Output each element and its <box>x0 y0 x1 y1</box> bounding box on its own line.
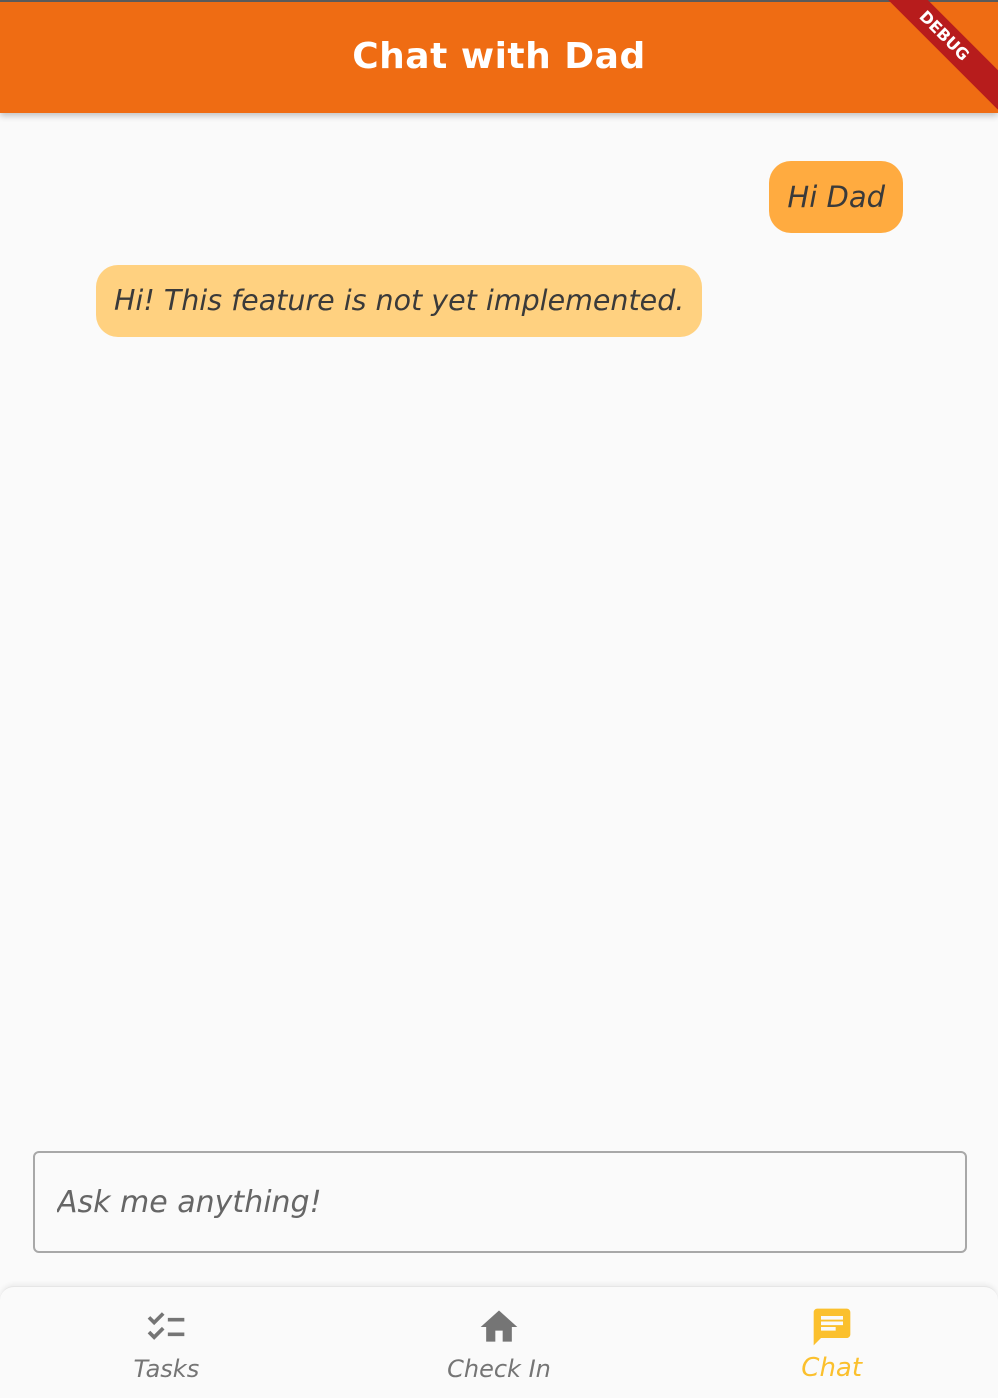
message-input-container <box>33 1151 967 1253</box>
message-input[interactable] <box>35 1153 965 1251</box>
message-bubble-user: Hi Dad <box>769 161 903 233</box>
nav-item-tasks[interactable]: Tasks <box>0 1287 333 1398</box>
nav-item-chat[interactable]: Chat <box>665 1287 998 1398</box>
home-icon <box>480 1310 518 1342</box>
nav-label-chat: Chat <box>801 1353 863 1383</box>
bottom-navigation-bar: Tasks Check In Chat <box>0 1286 998 1398</box>
nav-item-check-in[interactable]: Check In <box>333 1287 666 1398</box>
nav-label-check-in: Check In <box>447 1355 551 1383</box>
chat-icon <box>813 1308 851 1346</box>
chat-message-list[interactable]: Hi Dad Hi! This feature is not yet imple… <box>0 113 998 1143</box>
nav-label-tasks: Tasks <box>133 1355 200 1383</box>
app-bar: Chat with Dad <box>0 0 998 113</box>
message-bubble-dad: Hi! This feature is not yet implemented. <box>96 265 703 337</box>
checklist-icon <box>147 1312 185 1340</box>
page-title: Chat with Dad <box>352 36 646 77</box>
